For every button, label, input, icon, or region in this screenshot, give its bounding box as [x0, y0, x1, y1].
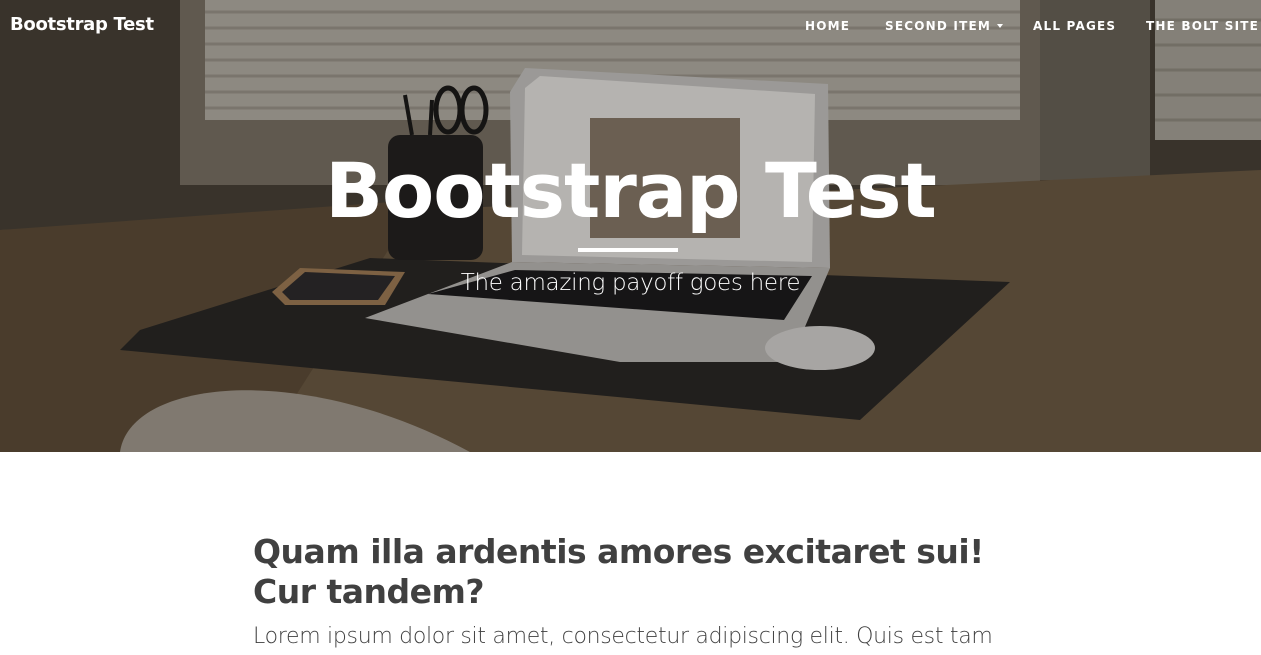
post-preview[interactable]: Quam illa ardentis amores excitaret sui!…: [253, 532, 1013, 652]
post-title-line-2: Cur tandem?: [253, 572, 485, 611]
navbar-brand[interactable]: Bootstrap Test: [10, 14, 154, 35]
nav-item-home[interactable]: HOME: [805, 19, 850, 33]
caret-down-icon: [997, 23, 1004, 28]
nav-item-all-pages[interactable]: ALL PAGES: [1033, 19, 1116, 33]
post-subtitle: Lorem ipsum dolor sit amet, consectetur …: [253, 624, 993, 649]
hero-title: Bootstrap Test: [325, 146, 937, 235]
hero-header: Bootstrap Test HOME SECOND ITEM ALL PAGE…: [0, 0, 1261, 452]
hero-subtitle: The amazing payoff goes here: [460, 270, 801, 296]
navbar: Bootstrap Test HOME SECOND ITEM ALL PAGE…: [0, 0, 1261, 54]
post-title[interactable]: Quam illa ardentis amores excitaret sui!…: [253, 532, 1013, 612]
main-content: Quam illa ardentis amores excitaret sui!…: [253, 532, 1013, 652]
nav-item-second-item-label: SECOND ITEM: [885, 19, 992, 33]
post-title-line-1: Quam illa ardentis amores excitaret sui!: [253, 532, 984, 571]
nav-item-second-item[interactable]: SECOND ITEM: [885, 19, 1004, 33]
hero-divider: [578, 248, 678, 252]
nav-item-the-bolt-site[interactable]: THE BOLT SITE: [1146, 19, 1259, 33]
